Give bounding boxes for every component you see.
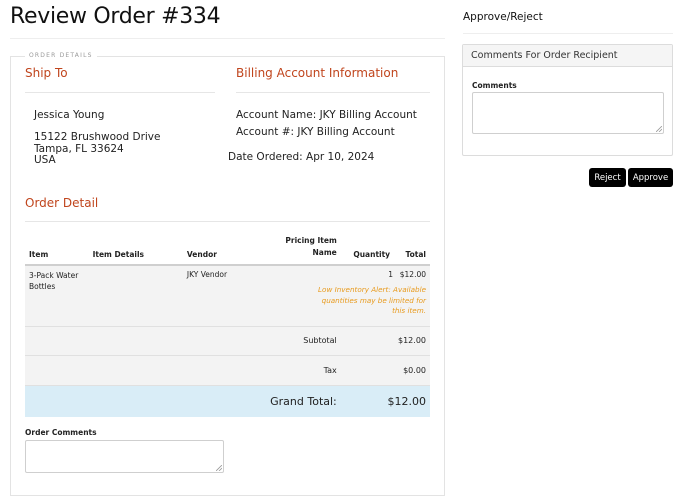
column-header-pricing-item-name: Pricing Item Name [256, 233, 341, 266]
order-detail-divider [25, 221, 430, 222]
subtotal-row: Subtotal $12.00 [25, 326, 430, 356]
order-comments-textarea[interactable] [25, 440, 224, 473]
recipient-comments-textarea[interactable] [472, 92, 664, 134]
ship-to-heading: Ship To [25, 66, 68, 80]
account-name: Account Name: JKY Billing Account [236, 109, 417, 121]
low-inventory-alert: Low Inventory Alert: Available quantitie… [318, 285, 426, 315]
order-detail-table: Item Item Details Vendor Pricing Item Na… [25, 233, 430, 417]
item-quantity: 1 [388, 270, 393, 279]
table-header-row: Item Item Details Vendor Pricing Item Na… [25, 233, 430, 266]
item-pricing-name [261, 270, 333, 279]
subtotal-value: $12.00 [340, 326, 430, 356]
address-line-1: 15122 Brushwood Drive [34, 131, 161, 143]
grand-total-label: Grand Total: [25, 385, 341, 417]
title-divider [10, 38, 445, 39]
account-number: Account #: JKY Billing Account [236, 126, 395, 138]
grand-total-value: $12.00 [340, 385, 430, 417]
item-details [88, 265, 183, 327]
billing-divider [236, 92, 430, 93]
tax-value: $0.00 [340, 355, 430, 386]
order-details-legend: ORDER DETAILS [25, 52, 97, 59]
column-header-quantity: Quantity [340, 233, 395, 266]
item-values: 1 $12.00 [261, 270, 426, 279]
date-ordered: Date Ordered: Apr 10, 2024 [228, 151, 375, 163]
recipient-comments-panel: Comments For Order Recipient Comments [462, 44, 673, 156]
approve-reject-divider [463, 33, 673, 34]
ship-to-name: Jessica Young [34, 109, 105, 121]
ship-to-address: 15122 Brushwood Drive Tampa, FL 33624 US… [34, 131, 161, 167]
reject-button[interactable]: Reject [589, 168, 626, 187]
approve-button[interactable]: Approve [628, 168, 673, 187]
address-line-3: USA [34, 154, 56, 166]
column-header-vendor: Vendor [182, 233, 257, 266]
approve-reject-heading: Approve/Reject [463, 11, 543, 23]
ship-to-divider [25, 92, 215, 93]
order-detail-heading: Order Detail [25, 196, 99, 210]
column-header-item-details: Item Details [88, 233, 183, 266]
panel-title: Comments For Order Recipient [463, 45, 672, 67]
billing-heading: Billing Account Information [236, 66, 399, 80]
item-name: 3-Pack Water Bottles [25, 265, 89, 327]
order-comments-label: Order Comments [25, 428, 97, 437]
tax-label: Tax [25, 355, 341, 386]
comments-label: Comments [472, 81, 517, 90]
page-title: Review Order #334 [10, 4, 221, 29]
item-vendor: JKY Vendor [182, 265, 257, 327]
item-pricing-qty-total-cell: 1 $12.00 Low Inventory Alert: Available … [256, 265, 430, 327]
grand-total-row: Grand Total: $12.00 [25, 385, 430, 417]
resize-grip-icon[interactable] [216, 465, 222, 471]
column-header-item: Item [25, 233, 89, 266]
column-header-total: Total [394, 233, 430, 266]
subtotal-label: Subtotal [25, 326, 341, 356]
resize-grip-icon[interactable] [656, 126, 662, 132]
table-row: 3-Pack Water Bottles JKY Vendor 1 $12.00… [25, 265, 430, 327]
tax-row: Tax $0.00 [25, 355, 430, 386]
item-total: $12.00 [399, 270, 426, 279]
